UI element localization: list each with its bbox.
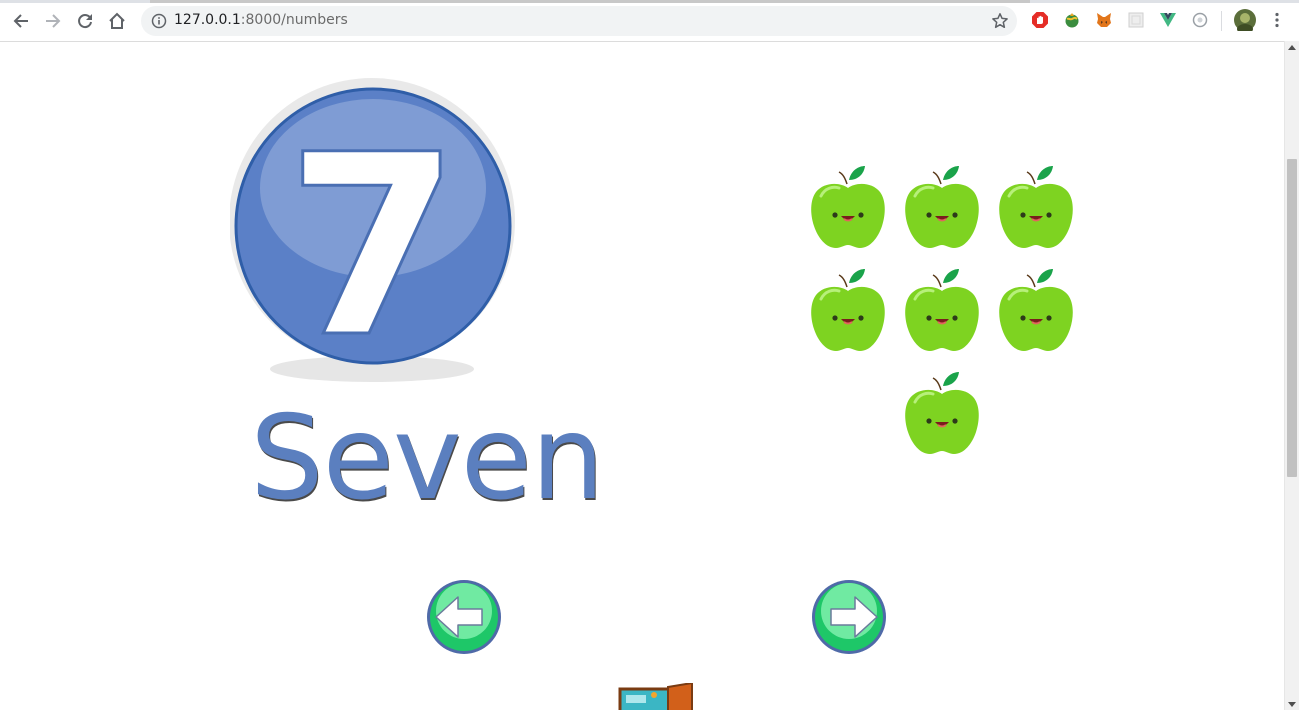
page-content: 7 Seven bbox=[0, 41, 1284, 710]
browser-toolbar: 127.0.0.1:8000/numbers bbox=[0, 0, 1299, 42]
url-text[interactable]: 127.0.0.1:8000/numbers bbox=[174, 12, 348, 28]
blank-extension-icon[interactable] bbox=[1127, 11, 1145, 29]
globe-extension-icon[interactable] bbox=[1063, 11, 1081, 29]
apple-counter bbox=[999, 269, 1073, 351]
vue-devtools-icon[interactable] bbox=[1159, 11, 1177, 29]
number-word: Seven bbox=[250, 391, 605, 526]
apple-counter bbox=[905, 166, 979, 248]
url-path: :8000/numbers bbox=[240, 12, 348, 28]
home-button[interactable] bbox=[106, 10, 128, 32]
address-bar[interactable]: 127.0.0.1:8000/numbers bbox=[141, 6, 1017, 36]
reload-button[interactable] bbox=[74, 10, 96, 32]
exit-door-button[interactable] bbox=[618, 683, 696, 710]
apple-counter bbox=[999, 166, 1073, 248]
scroll-up-arrow[interactable] bbox=[1288, 45, 1296, 50]
numeral-digit: 7 bbox=[286, 101, 460, 385]
apple-counter bbox=[905, 372, 979, 454]
toolbar-divider bbox=[1221, 11, 1222, 31]
reload-icon bbox=[78, 14, 92, 29]
arrow-right-icon bbox=[46, 14, 61, 28]
scroll-thumb[interactable] bbox=[1287, 159, 1297, 477]
apple-counter bbox=[811, 166, 885, 248]
next-number-button[interactable] bbox=[811, 579, 887, 655]
tab-strip-line bbox=[150, 0, 1030, 3]
dev-extension-icon[interactable] bbox=[1191, 11, 1209, 29]
numeral-circle-badge: 7 bbox=[230, 78, 515, 385]
home-icon bbox=[109, 12, 125, 29]
scroll-down-arrow[interactable] bbox=[1288, 702, 1296, 707]
arrow-left-icon bbox=[13, 14, 28, 28]
tab-strip-edge bbox=[0, 0, 1299, 3]
prev-number-button[interactable] bbox=[426, 579, 502, 655]
page-scrollbar[interactable] bbox=[1284, 41, 1299, 710]
forward-button[interactable] bbox=[42, 10, 64, 32]
apple-counter bbox=[811, 269, 885, 351]
bookmark-star-icon[interactable] bbox=[991, 12, 1009, 30]
menu-kebab-icon[interactable] bbox=[1268, 11, 1286, 29]
back-button[interactable] bbox=[10, 10, 32, 32]
metamask-fox-icon[interactable] bbox=[1095, 11, 1113, 29]
profile-avatar[interactable] bbox=[1234, 9, 1256, 31]
info-icon[interactable] bbox=[151, 13, 167, 29]
url-host: 127.0.0.1 bbox=[174, 12, 241, 28]
adblock-extension-icon[interactable] bbox=[1031, 11, 1049, 29]
apple-counter bbox=[905, 269, 979, 351]
